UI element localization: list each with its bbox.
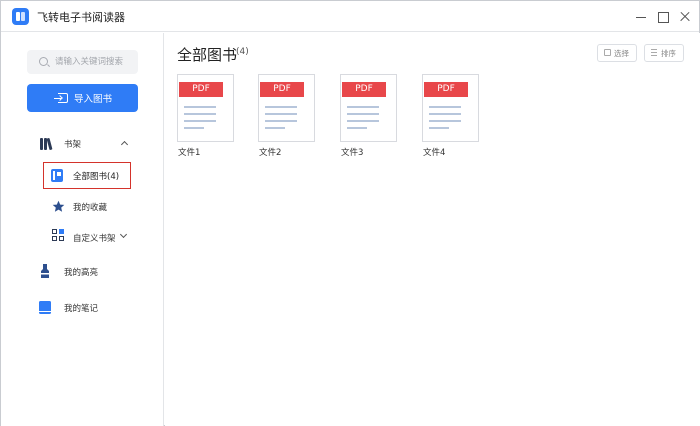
grid-icon bbox=[52, 229, 65, 242]
book-item[interactable]: PDF 文件1 bbox=[177, 74, 235, 160]
star-icon bbox=[52, 200, 65, 212]
sidebar-item-highlights[interactable]: 我的高亮 bbox=[64, 266, 98, 278]
book-count: (4) bbox=[236, 47, 249, 57]
title-bar: 飞转电子书阅读器 bbox=[1, 1, 699, 32]
app-window: 飞转电子书阅读器 导入图书 书架 全部图书(4) 我的收藏 bbox=[0, 0, 700, 426]
search-input[interactable] bbox=[55, 55, 135, 69]
checkbox-icon bbox=[604, 49, 611, 56]
pdf-badge: PDF bbox=[260, 82, 304, 97]
sort-label: 排序 bbox=[661, 49, 676, 58]
book-cover[interactable]: PDF bbox=[422, 74, 479, 142]
main-content: 全部图书 (4) 选择 排序 PDF 文件1 PDF 文件2 PDF 文件3 P… bbox=[165, 33, 700, 426]
minimize-icon[interactable] bbox=[631, 7, 651, 27]
pdf-badge: PDF bbox=[424, 82, 468, 97]
book-name: 文件1 bbox=[178, 148, 201, 158]
notebook-icon bbox=[39, 301, 51, 314]
sort-icon bbox=[651, 49, 658, 56]
select-button[interactable]: 选择 bbox=[597, 44, 637, 62]
chevron-down-icon[interactable] bbox=[119, 230, 128, 239]
book-cover[interactable]: PDF bbox=[177, 74, 234, 142]
chevron-up-icon[interactable] bbox=[120, 140, 129, 149]
pdf-badge: PDF bbox=[342, 82, 386, 97]
import-books-button[interactable]: 导入图书 bbox=[27, 84, 138, 112]
sidebar-item-custom-shelf[interactable]: 自定义书架 bbox=[73, 232, 116, 244]
pdf-badge: PDF bbox=[179, 82, 223, 97]
app-logo-icon bbox=[12, 8, 29, 25]
sidebar-item-bookshelf[interactable]: 书架 bbox=[64, 138, 81, 150]
sidebar-item-favorites[interactable]: 我的收藏 bbox=[73, 201, 107, 213]
book-cover[interactable]: PDF bbox=[340, 74, 397, 142]
maximize-icon[interactable] bbox=[653, 7, 673, 27]
close-icon[interactable] bbox=[675, 7, 695, 27]
search-icon bbox=[39, 57, 48, 66]
book-name: 文件2 bbox=[259, 148, 282, 158]
book-item[interactable]: PDF 文件2 bbox=[258, 74, 316, 160]
book-cover[interactable]: PDF bbox=[258, 74, 315, 142]
book-name: 文件4 bbox=[423, 148, 446, 158]
highlighter-icon bbox=[41, 264, 49, 278]
book-item[interactable]: PDF 文件3 bbox=[340, 74, 398, 160]
sidebar-item-notes[interactable]: 我的笔记 bbox=[64, 302, 98, 314]
sidebar: 导入图书 书架 全部图书(4) 我的收藏 自定义书架 我的高亮 bbox=[1, 33, 164, 426]
page-title: 全部图书 bbox=[177, 46, 238, 64]
import-books-label: 导入图书 bbox=[74, 94, 113, 105]
sidebar-item-all-books-label[interactable]: 全部图书(4) bbox=[73, 170, 119, 182]
bookshelf-icon bbox=[39, 137, 53, 151]
book-item[interactable]: PDF 文件4 bbox=[422, 74, 480, 160]
select-label: 选择 bbox=[614, 49, 629, 58]
book-name: 文件3 bbox=[341, 148, 364, 158]
book-icon bbox=[51, 169, 63, 182]
sort-button[interactable]: 排序 bbox=[644, 44, 684, 62]
app-title: 飞转电子书阅读器 bbox=[37, 11, 125, 24]
import-icon bbox=[54, 93, 68, 103]
